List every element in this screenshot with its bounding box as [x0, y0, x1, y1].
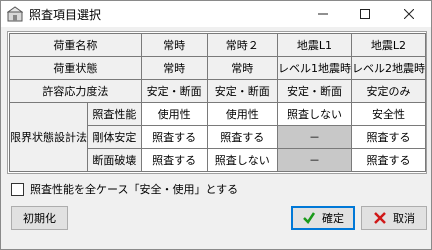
- load-state-cell: 常時: [206, 56, 278, 80]
- close-button[interactable]: [387, 1, 431, 27]
- table-row: 荷重名称 常時 常時２ 地震L1 地震L2: [9, 33, 427, 57]
- maximize-button[interactable]: [343, 1, 387, 27]
- load-state-cell: レベル2地震時: [350, 56, 427, 80]
- case-header: 常時: [140, 33, 208, 57]
- performance-cell[interactable]: 安全性: [350, 102, 427, 126]
- rigid-stability-cell[interactable]: 照査する: [350, 125, 427, 149]
- allowable-stress-header: 許容応力度法: [9, 79, 142, 103]
- case-header: 地震L2: [350, 33, 427, 57]
- cancel-button-label: 取消: [393, 212, 415, 225]
- initialize-button-label: 初期化: [23, 212, 56, 225]
- cancel-button[interactable]: 取消: [361, 206, 427, 230]
- load-state-cell: 常時: [140, 56, 208, 80]
- allowable-stress-cell: 安定・断面: [206, 79, 278, 103]
- section-failure-cell[interactable]: 照査する: [350, 148, 427, 172]
- all-cases-checkbox-label: 照査性能を全ケース「安全・使用」とする: [30, 183, 239, 196]
- case-header: 常時２: [206, 33, 278, 57]
- section-failure-header: 断面破壊: [87, 148, 142, 172]
- rigid-stability-cell[interactable]: 照査する: [206, 125, 278, 149]
- allowable-stress-cell: 安定・断面: [276, 79, 352, 103]
- section-failure-cell[interactable]: 照査する: [140, 148, 208, 172]
- section-failure-cell[interactable]: 照査しない: [206, 148, 278, 172]
- section-failure-cell-disabled: －: [276, 148, 352, 172]
- check-item-table: 荷重名称 常時 常時２ 地震L1 地震L2 荷重状態 常時 常時 レベル1地震時…: [9, 33, 427, 172]
- performance-cell[interactable]: 使用性: [140, 102, 208, 126]
- allowable-stress-cell: 安定・断面: [140, 79, 208, 103]
- performance-cell[interactable]: 使用性: [206, 102, 278, 126]
- close-icon: [404, 9, 414, 19]
- load-state-header: 荷重状態: [9, 56, 142, 80]
- initialize-button[interactable]: 初期化: [11, 206, 68, 230]
- performance-cell[interactable]: 照査しない: [276, 102, 352, 126]
- performance-header: 照査性能: [87, 102, 142, 126]
- confirm-button[interactable]: 確定: [291, 206, 355, 230]
- load-state-cell: レベル1地震時: [276, 56, 352, 80]
- minimize-icon: [318, 13, 328, 15]
- maximize-icon: [360, 9, 370, 19]
- minimize-button[interactable]: [301, 1, 345, 27]
- window-title: 照査項目選択: [29, 8, 102, 22]
- table-row: 許容応力度法 安定・断面 安定・断面 安定・断面 安定のみ: [9, 79, 427, 103]
- checkmark-icon: [302, 211, 316, 225]
- title-bar: 照査項目選択: [1, 1, 431, 27]
- limit-state-header: 限界状態設計法: [9, 102, 88, 172]
- rigid-stability-cell[interactable]: 照査する: [140, 125, 208, 149]
- load-name-header: 荷重名称: [9, 33, 142, 57]
- confirm-button-label: 確定: [322, 212, 344, 225]
- x-icon: [373, 211, 387, 225]
- dialog-window: 照査項目選択 荷重名称 常時 常時２ 地震L1 地震L2 荷重状態 常時 常時 …: [0, 0, 432, 250]
- all-cases-checkbox[interactable]: [11, 182, 24, 196]
- case-header: 地震L1: [276, 33, 352, 57]
- check-item-grid: 荷重名称 常時 常時２ 地震L1 地震L2 荷重状態 常時 常時 レベル1地震時…: [7, 31, 427, 174]
- table-row: 限界状態設計法 照査性能 使用性 使用性 照査しない 安全性: [9, 102, 427, 172]
- table-row: 荷重状態 常時 常時 レベル1地震時 レベル2地震時: [9, 56, 427, 80]
- app-icon: [6, 6, 24, 22]
- allowable-stress-cell: 安定のみ: [350, 79, 427, 103]
- all-cases-option[interactable]: 照査性能を全ケース「安全・使用」とする: [11, 181, 238, 197]
- rigid-stability-cell-disabled: －: [276, 125, 352, 149]
- rigid-stability-header: 剛体安定: [87, 125, 142, 149]
